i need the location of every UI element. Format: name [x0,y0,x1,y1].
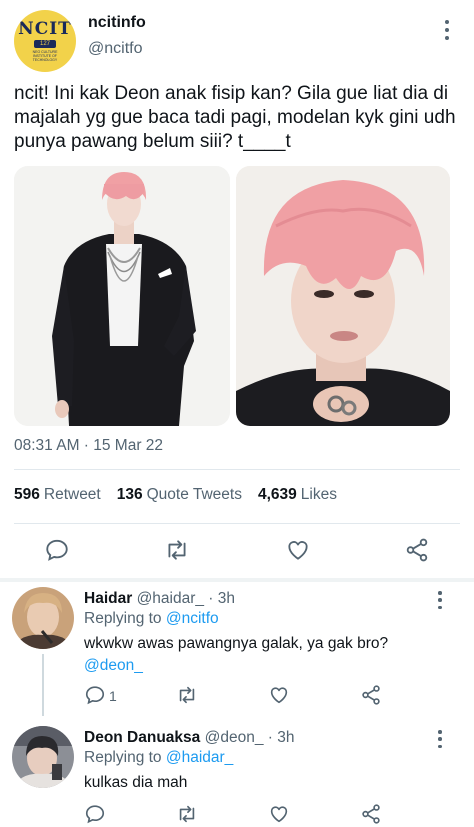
tweet-photo-full-body[interactable] [14,166,230,426]
replying-prefix: Replying to [84,610,162,627]
avatar-logo-subtext: NEO CULTURE INSTITUTE OF TECHNOLOGY [32,50,58,62]
retweet-icon[interactable] [176,684,198,706]
avatar-logo-badge: 127 [33,40,56,48]
reply-avatar-haidar[interactable] [12,587,74,649]
likes-count: 4,639 [257,486,297,503]
replying-to-line: Replying to @haidar_ [84,749,233,767]
author-display-name[interactable]: ncitinfo [88,14,146,32]
retweet-stat[interactable]: 596 Retweet [14,486,101,504]
reply-icon[interactable] [84,684,106,706]
replying-to-link[interactable]: @ncitfo [166,610,219,627]
tweet-timestamp[interactable]: 08:31 AM · 15 Mar 22 [14,437,163,455]
reply-icon[interactable] [44,537,70,563]
reply-more-icon[interactable] [435,591,445,609]
tweet-photo-portrait[interactable] [236,166,450,426]
share-icon[interactable] [360,803,382,825]
author-handle[interactable]: @ncitfo [88,40,142,58]
engagement-stats: 596 Retweet 136 Quote Tweets 4,639 Likes [14,486,337,504]
quote-count: 136 [116,486,143,503]
replying-prefix: Replying to [84,749,162,766]
reply-more-icon[interactable] [435,730,445,748]
like-icon[interactable] [268,803,290,825]
reply-icon[interactable] [84,803,106,825]
replying-to-line: Replying to @ncitfo [84,610,219,628]
share-icon[interactable] [404,537,430,563]
reply-text-deon: kulkas dia mah [84,772,454,794]
section-divider [0,578,474,582]
reply-meta: @haidar_ · 3h [136,590,236,607]
reply-display-name: Haidar [84,590,133,607]
share-icon[interactable] [360,684,382,706]
photo-full-body-illustration [14,166,230,426]
photo-portrait-illustration [236,166,450,426]
tweet-text: ncit! Ini kak Deon anak fisip kan? Gila … [14,83,456,152]
reply-body: wkwkw awas pawangnya galak, ya gak bro? [84,635,389,652]
reply-author-haidar[interactable]: Haidar @haidar_ · 3h [84,590,235,608]
divider [14,469,460,470]
divider [14,523,460,524]
reply-mention-link[interactable]: @deon_ [84,655,454,677]
reply-author-deon[interactable]: Deon Danuaksa @deon_ · 3h [84,729,294,747]
reply-count: 1 [109,688,117,704]
quote-stat[interactable]: 136 Quote Tweets [117,486,242,504]
retweet-icon[interactable] [176,803,198,825]
reply-text-haidar: wkwkw awas pawangnya galak, ya gak bro? … [84,633,454,677]
more-options-icon[interactable] [440,20,454,40]
reply-meta: @deon_ · 3h [204,729,295,746]
like-icon[interactable] [268,684,290,706]
thread-connector-line [42,654,44,716]
retweet-label: Retweet [43,486,101,503]
quote-label: Quote Tweets [146,486,242,503]
avatar-logo-text: NCIT [18,19,72,39]
reply-avatar-deon[interactable] [12,726,74,788]
likes-label: Likes [300,486,337,503]
reply-body: kulkas dia mah [84,774,188,791]
reply-display-name: Deon Danuaksa [84,729,201,746]
replying-to-link[interactable]: @haidar_ [166,749,233,766]
likes-stat[interactable]: 4,639 Likes [258,486,337,504]
like-icon[interactable] [285,537,311,563]
account-avatar[interactable]: NCIT 127 NEO CULTURE INSTITUTE OF TECHNO… [14,10,76,72]
retweet-count: 596 [14,486,40,503]
retweet-icon[interactable] [164,537,190,563]
